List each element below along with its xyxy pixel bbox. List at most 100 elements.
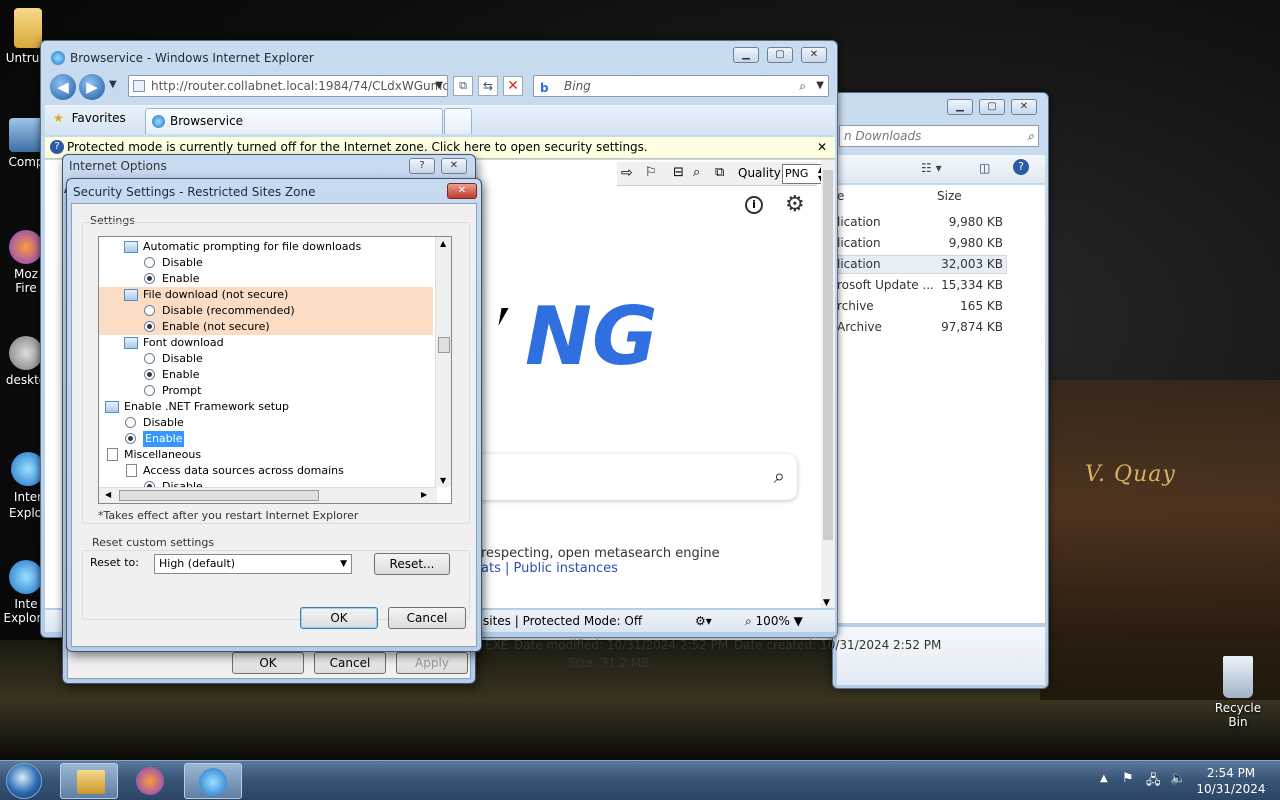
privacy-icon[interactable]: ⚙▾ <box>695 610 712 632</box>
page-links[interactable]: ats | Public instances <box>481 561 618 576</box>
setting-icon <box>124 337 138 349</box>
ie-logo-icon <box>51 51 65 65</box>
taskbar-explorer[interactable] <box>60 763 118 799</box>
reset-to-label: Reset to: <box>90 556 139 569</box>
address-bar[interactable]: http://router.collabnet.local:1984/74/CL… <box>128 75 448 97</box>
file-size: 9,980 KB <box>948 215 1003 229</box>
forward-button[interactable]: ▶ <box>79 74 105 100</box>
minimize-button[interactable]: ▁ <box>947 99 973 115</box>
ok-button[interactable]: OK <box>300 607 378 629</box>
search-icon[interactable]: ⌕ <box>774 464 785 488</box>
file-type: lication <box>837 257 881 271</box>
desktop-icon-recycle-bin[interactable]: Recycle Bin <box>1204 656 1272 729</box>
go-icon[interactable]: ⇨ <box>621 165 633 181</box>
network-icon[interactable]: 🖧 <box>1146 771 1161 793</box>
scroll-down-icon[interactable]: ▼ <box>823 598 830 608</box>
preview-pane-icon[interactable]: ◫ <box>979 161 990 175</box>
explorer-details-pane <box>837 627 1045 685</box>
back-button[interactable]: ◀ <box>50 74 76 100</box>
ie-logo-icon <box>152 115 165 128</box>
settings-tree[interactable]: Automatic prompting for file downloads Di… <box>98 236 452 504</box>
stop-icon[interactable]: ✕ <box>503 76 523 96</box>
scroll-down-icon[interactable]: ▼ <box>440 476 446 485</box>
taskbar-firefox[interactable] <box>122 763 180 799</box>
file-size: 32,003 KB <box>941 257 1003 271</box>
close-icon[interactable]: ✕ <box>817 137 827 157</box>
recent-pages-dropdown[interactable]: ▼ <box>109 79 117 90</box>
gear-icon[interactable]: ⚙ <box>785 192 805 217</box>
reset-to-select[interactable]: High (default) ▼ <box>154 554 352 574</box>
reset-group-label: Reset custom settings <box>90 536 217 549</box>
clipboard-icon[interactable]: ⧉ <box>715 165 724 180</box>
scroll-up-icon[interactable]: ▲ <box>440 239 446 248</box>
tab-label: Browservice <box>170 114 244 128</box>
horizontal-scrollbar[interactable]: ◀ ▶ <box>99 487 437 503</box>
search-dropdown-icon[interactable]: ▼ <box>816 76 824 96</box>
refresh-icon[interactable]: ⇆ <box>478 76 498 96</box>
restart-note: *Takes effect after you restart Internet… <box>98 509 359 522</box>
column-header-name[interactable]: e <box>837 189 844 203</box>
page-search-box[interactable]: ⌕ <box>465 454 797 500</box>
quality-select[interactable]: PNG ▲▼ <box>782 164 826 184</box>
bookmark-icon[interactable]: ⚐ <box>645 165 657 180</box>
scrollbar-thumb[interactable] <box>438 337 450 353</box>
start-button[interactable] <box>6 763 42 799</box>
zoom-control[interactable]: ⌕ 100% ▼ <box>745 610 803 632</box>
taskbar-internet-explorer[interactable] <box>184 763 242 799</box>
ok-button[interactable]: OK <box>232 652 304 674</box>
close-button[interactable]: ✕ <box>441 158 467 174</box>
setting-icon <box>124 241 138 253</box>
favorites-button[interactable]: ★ Favorites <box>53 111 126 125</box>
search-icon[interactable]: ⌕ <box>799 76 806 96</box>
help-icon[interactable]: ? <box>1013 159 1029 175</box>
dialog-title: Internet Options <box>69 159 167 173</box>
desktop-wallpaper-buildings <box>1040 380 1280 700</box>
reset-button[interactable]: Reset... <box>374 553 450 575</box>
system-clock[interactable]: 2:54 PM 10/31/2024 <box>1196 765 1266 797</box>
internet-explorer-icon <box>9 560 43 594</box>
new-tab-button[interactable] <box>444 108 472 134</box>
scrollbar-thumb[interactable] <box>823 170 833 540</box>
open-file-icon[interactable]: ⊟ <box>673 165 684 180</box>
close-button[interactable]: ✕ <box>447 183 477 199</box>
close-button[interactable]: ✕ <box>1011 99 1037 115</box>
show-hidden-icons[interactable]: ▲ <box>1100 773 1108 784</box>
page-scrollbar[interactable]: ▼ <box>821 160 835 608</box>
search-box[interactable]: b Bing ⌕ ▼ <box>533 75 829 97</box>
view-options-icon[interactable]: ☷ ▾ <box>921 161 942 175</box>
action-center-flag-icon[interactable]: ⚑ <box>1122 771 1134 786</box>
apply-button[interactable]: Apply <box>396 652 468 674</box>
scrollbar-thumb[interactable] <box>119 490 319 501</box>
address-dropdown-icon[interactable]: ▼ <box>435 76 443 96</box>
info-icon[interactable]: i <box>745 196 763 214</box>
maximize-button[interactable]: ▢ <box>979 99 1005 115</box>
compatibility-view-icon[interactable]: ⧉ <box>453 76 473 96</box>
tree-item-label: Prompt <box>162 384 202 397</box>
scroll-right-icon[interactable]: ▶ <box>421 490 427 499</box>
column-header-size[interactable]: Size <box>937 189 962 203</box>
volume-icon[interactable]: 🔈 <box>1170 771 1186 786</box>
maximize-button[interactable]: ▢ <box>767 47 793 63</box>
cancel-button[interactable]: Cancel <box>314 652 386 674</box>
tree-item-label: Disable <box>162 256 203 269</box>
info-icon: ? <box>50 140 64 154</box>
cancel-button[interactable]: Cancel <box>388 607 466 629</box>
tab-browservice[interactable]: Browservice <box>145 108 443 134</box>
search-placeholder: Bing <box>564 79 591 93</box>
folder-icon <box>77 770 105 794</box>
vertical-scrollbar[interactable]: ▲ ▼ <box>435 237 451 487</box>
tree-item-label: Disable <box>162 352 203 365</box>
minimize-button[interactable]: ▁ <box>733 47 759 63</box>
reset-to-value: High (default) <box>159 557 236 570</box>
tree-item-label: Enable .NET Framework setup <box>124 400 290 413</box>
scroll-left-icon[interactable]: ◀ <box>105 490 111 499</box>
wallpaper-sign-text: V. Quay <box>1085 462 1176 487</box>
help-button[interactable]: ? <box>409 158 435 174</box>
recycle-bin-icon <box>1223 656 1253 698</box>
file-type: lication <box>837 215 881 229</box>
document-icon <box>107 448 118 461</box>
find-icon[interactable]: ⌕ <box>693 165 700 180</box>
zoom-level: 100% <box>755 614 790 628</box>
explorer-search-input[interactable]: n Downloads ⌕ <box>839 125 1039 147</box>
close-button[interactable]: ✕ <box>801 47 827 63</box>
